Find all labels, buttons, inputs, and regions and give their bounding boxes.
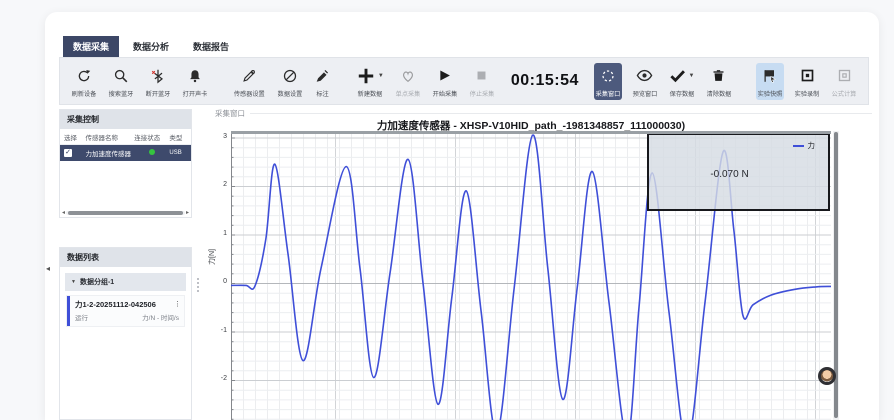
record-icon: [800, 66, 815, 86]
app-window: ◂ 数据采集 数据分析 数据报告 刷新设备 搜索蓝牙 断开蓝牙 打开声卡: [45, 12, 879, 420]
new-data-button[interactable]: ▼ 新建数据: [355, 63, 385, 100]
start-collect-button[interactable]: 开始采集: [431, 63, 459, 100]
avatar: [821, 370, 833, 382]
y-axis-label: 力[N]: [207, 249, 217, 265]
y-tick-label: 3: [207, 133, 227, 140]
panel-splitter-handle[interactable]: [195, 278, 201, 292]
data-list-panel: 数据列表 ▼ 数据分组-1 力1-2-20251112-042506 ⋮ 运行 …: [59, 247, 192, 420]
tab-data-collection[interactable]: 数据采集: [63, 36, 119, 57]
y-tick-label: -2: [207, 375, 227, 382]
search-bluetooth-button[interactable]: 搜索蓝牙: [107, 63, 135, 100]
save-data-button[interactable]: ▼ 保存数据: [668, 63, 696, 100]
connection-status-dot: [149, 149, 155, 155]
chart-legend: 力: [793, 140, 816, 151]
annotation-value: -0.070 N: [649, 169, 810, 180]
stop-icon: [475, 66, 488, 86]
floating-avatar-button[interactable]: [818, 367, 836, 385]
formula-calc-button[interactable]: 公式计算: [830, 63, 858, 100]
chevron-down-icon: ▼: [71, 279, 76, 285]
data-list-title: 数据列表: [60, 248, 191, 267]
scroll-left-icon[interactable]: ◂: [62, 209, 65, 217]
bluetooth-disconnect-icon: [150, 66, 166, 86]
sidebar-collapse-arrow[interactable]: ◂: [46, 264, 50, 273]
sensor-type: USB: [169, 150, 187, 156]
chevron-down-icon[interactable]: ▼: [378, 73, 384, 79]
refresh-icon: [76, 66, 92, 86]
single-point-icon: [400, 66, 416, 86]
sensor-settings-button[interactable]: 传感器设置: [232, 63, 267, 100]
toolbar: 刷新设备 搜索蓝牙 断开蓝牙 打开声卡 传感器设置 数据设置: [59, 57, 869, 105]
marker-button[interactable]: 标注: [313, 63, 332, 100]
check-icon: [669, 67, 686, 84]
item-menu-icon[interactable]: ⋮: [174, 300, 181, 308]
data-item-name: 力1-2-20251112-042506: [75, 299, 179, 310]
open-soundcard-button[interactable]: 打开声卡: [181, 63, 209, 100]
collect-control-title: 采集控制: [60, 110, 191, 129]
tab-data-analysis[interactable]: 数据分析: [123, 36, 179, 57]
sensor-table-header: 选择 传感器名称 连接状态 类型: [60, 129, 191, 145]
y-tick-label: 2: [207, 181, 227, 188]
formula-icon: [837, 66, 852, 86]
legend-label: 力: [808, 140, 816, 151]
collect-window-button[interactable]: 采集窗口: [594, 63, 622, 100]
experiment-record-button[interactable]: 实验录制: [793, 63, 821, 100]
tab-data-report[interactable]: 数据报告: [183, 36, 239, 57]
data-list-item[interactable]: 力1-2-20251112-042506 ⋮ 运行 力/N - 时间/s: [67, 296, 184, 326]
stop-collect-button[interactable]: 停止采集: [468, 63, 496, 100]
single-point-collect-button[interactable]: 单点采集: [394, 63, 422, 100]
sensor-name: 力加速度传感器: [85, 148, 134, 158]
data-settings-icon: [282, 66, 298, 86]
y-tick-label: -1: [207, 327, 227, 334]
data-item-axes: 力/N - 时间/s: [142, 312, 179, 322]
hscroll-thumb[interactable]: [68, 211, 183, 215]
left-sidebar: 采集控制 选择 传感器名称 连接状态 类型 ✓ 力加速度传感器 USB ◂: [59, 109, 192, 420]
sensor-table-hscrollbar[interactable]: ◂ ▸: [60, 209, 191, 217]
preview-window-button[interactable]: 预览窗口: [631, 63, 659, 100]
y-tick-label: 1: [207, 230, 227, 237]
collect-control-panel: 采集控制 选择 传感器名称 连接状态 类型 ✓ 力加速度传感器 USB ◂: [59, 109, 192, 218]
play-icon: [437, 66, 452, 86]
snapshot-flag-icon: [762, 66, 778, 86]
bell-icon: [187, 66, 203, 86]
sensor-settings-icon: [241, 66, 257, 86]
experiment-snapshot-button[interactable]: 实验快照: [756, 63, 784, 100]
legend-swatch: [793, 145, 804, 147]
data-settings-button[interactable]: 数据设置: [276, 63, 304, 100]
data-item-status: 运行: [75, 312, 88, 322]
disconnect-bluetooth-button[interactable]: 断开蓝牙: [144, 63, 172, 100]
chart-panel: 采集窗口 力加速度传感器 - XHSP-V10HID_path_-1981348…: [205, 105, 878, 420]
sensor-row[interactable]: ✓ 力加速度传感器 USB: [60, 145, 191, 161]
plot-top-scrollbar[interactable]: [231, 131, 831, 134]
trash-icon: [711, 66, 726, 86]
sensor-checkbox[interactable]: ✓: [64, 149, 72, 157]
sensor-table: 选择 传感器名称 连接状态 类型 ✓ 力加速度传感器 USB ◂ ▸: [60, 129, 191, 217]
refresh-device-button[interactable]: 刷新设备: [70, 63, 98, 100]
plot-area[interactable]: -0.070 N 力: [231, 131, 831, 420]
data-group-header[interactable]: ▼ 数据分组-1: [65, 273, 186, 291]
plus-icon: [356, 66, 376, 86]
marker-icon: [314, 66, 330, 86]
main-tabs: 数据采集 数据分析 数据报告: [63, 36, 239, 57]
collection-timer: 00:15:54: [511, 72, 579, 90]
clear-data-button[interactable]: 清除数据: [705, 63, 733, 100]
dashed-circle-icon: [600, 66, 616, 86]
chevron-down-icon[interactable]: ▼: [688, 73, 694, 79]
search-icon: [113, 66, 129, 86]
y-tick-label: 0: [207, 278, 227, 285]
scroll-right-icon[interactable]: ▸: [186, 209, 189, 217]
eye-icon: [636, 66, 653, 86]
